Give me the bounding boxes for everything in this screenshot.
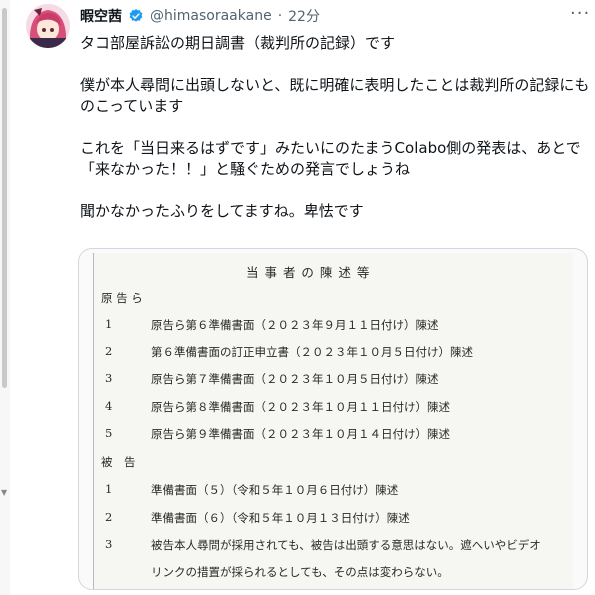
post-text-line [80, 117, 590, 138]
avatar[interactable] [26, 4, 70, 48]
item-text: 被告本人尋問が採用されても、被告は出頭する意思はない。遮へいやビデオ [151, 538, 541, 552]
item-number: 3 [105, 537, 113, 551]
item-number: 2 [105, 510, 113, 524]
item-number: 4 [105, 399, 113, 413]
post-text-line: 僕が本人尋問に出頭しないと、既に明確に表明したことは裁判所の記録にものこっていま… [80, 76, 590, 115]
post-text: タコ部屋訴訟の期日調書（裁判所の記録）です 僕が本人尋問に出頭しないと、既に明確… [80, 33, 590, 222]
court-record-document: 当 事 者 の 陳 述 等 原 告 ら 1 原告ら第６準備書面（２０２３年９月１… [93, 253, 573, 589]
item-number: 1 [105, 482, 113, 496]
item-number: 1 [105, 317, 113, 331]
item-text: 準備書面（６）（令和５年１０月１３日付け）陳述 [151, 511, 410, 525]
page-scrollbar[interactable]: ▼ [0, 0, 10, 595]
item-number: 2 [105, 344, 113, 358]
display-name[interactable]: 暇空茜 [80, 6, 122, 26]
post-text-line [80, 180, 590, 201]
document-margin-line [93, 253, 94, 589]
item-text: 第６準備書面の訂正申立書（２０２３年１０月５日付け）陳述 [151, 345, 473, 359]
verified-badge-icon [128, 8, 144, 24]
more-options-icon[interactable]: ··· [570, 3, 590, 24]
post-text-line: タコ部屋訴訟の期日調書（裁判所の記録）です [80, 34, 396, 52]
post-header: 暇空茜 @himasoraakane · 22分 [80, 5, 320, 27]
plaintiff-heading: 原 告 ら [101, 291, 143, 305]
scrollbar-thumb[interactable] [2, 8, 7, 388]
user-handle[interactable]: @himasoraakane [150, 8, 272, 24]
document-title: 当 事 者 の 陳 述 等 [246, 265, 371, 280]
defendant-heading: 被 告 [101, 455, 136, 469]
post-text-line [80, 54, 590, 75]
item-number: 3 [105, 371, 113, 385]
scroll-down-arrow-icon[interactable]: ▼ [1, 488, 7, 497]
post-text-line: 聞かなかったふりをしてますね。卑怯です [80, 202, 364, 220]
item-text: リンクの措置が採られるとしても、その点は変わらない。 [151, 565, 449, 579]
item-text: 原告ら第７準備書面（２０２３年１０月５日付け）陳述 [151, 372, 439, 386]
item-number: 5 [105, 426, 113, 440]
item-text: 原告ら第８準備書面（２０２３年１０月１１日付け）陳述 [151, 400, 450, 414]
post-text-line: これを「当日来るはずです」みたいにのたまうColabo側の発表は、あとで「来なか… [80, 139, 581, 178]
separator-dot: · [277, 8, 283, 24]
attached-image[interactable]: 当 事 者 の 陳 述 等 原 告 ら 1 原告ら第６準備書面（２０２３年９月１… [78, 248, 588, 590]
item-text: 原告ら第９準備書面（２０２３年１０月１４日付け）陳述 [151, 427, 450, 441]
item-text: 原告ら第６準備書面（２０２３年９月１１日付け）陳述 [151, 318, 439, 332]
post-timestamp[interactable]: 22分 [288, 6, 320, 26]
item-text: 準備書面（５）（令和５年１０月６日付け）陳述 [151, 483, 399, 497]
